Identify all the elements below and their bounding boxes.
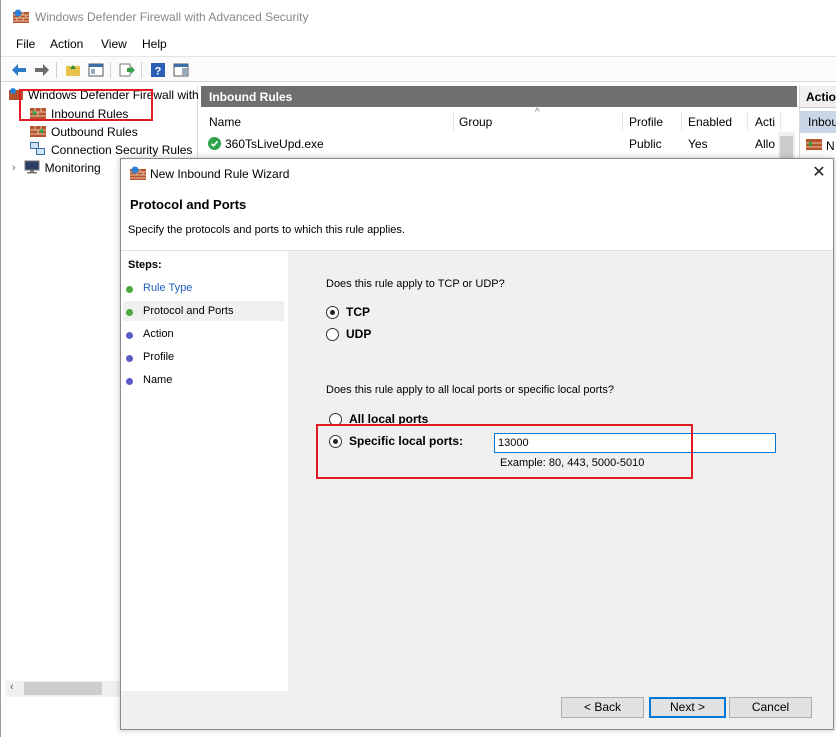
scrollbar-thumb[interactable] — [24, 682, 102, 695]
dialog-header: Protocol and Ports Specify the protocols… — [121, 189, 833, 251]
step-rule-type[interactable]: Rule Type — [143, 282, 192, 294]
sort-ascending-icon: ^ — [535, 107, 540, 118]
close-icon[interactable]: ✕ — [809, 163, 829, 183]
export-list-icon[interactable] — [117, 60, 137, 80]
svg-text:?: ? — [155, 66, 162, 78]
rules-pane-header: Inbound Rules — [201, 86, 797, 107]
steps-title: Steps: — [128, 259, 162, 271]
help-icon[interactable]: ? — [148, 60, 168, 80]
ports-question: Does this rule apply to all local ports … — [326, 384, 614, 396]
radio-unselected-icon[interactable] — [326, 327, 339, 341]
step-protocol-and-ports: Protocol and Ports — [143, 305, 234, 317]
page-subtitle: Specify the protocols and ports to which… — [128, 224, 405, 236]
column-divider[interactable] — [622, 111, 623, 131]
outbound-rules-icon — [30, 125, 46, 140]
menu-help[interactable]: Help — [142, 37, 167, 51]
rule-profile: Public — [629, 137, 662, 151]
back-arrow-icon[interactable] — [9, 60, 29, 80]
action-new-rule[interactable]: N — [806, 138, 835, 153]
column-header-enabled[interactable]: Enabled — [688, 115, 732, 129]
step-action: Action — [143, 328, 174, 340]
show-action-pane-icon[interactable] — [171, 60, 191, 80]
column-divider[interactable] — [747, 111, 748, 131]
radio-selected-icon[interactable] — [326, 305, 339, 319]
rule-name: 360TsLiveUpd.exe — [225, 137, 324, 151]
tree-item-outbound-rules[interactable]: Outbound Rules — [30, 123, 138, 141]
column-header-group[interactable]: Group — [459, 115, 492, 129]
window-title: Windows Defender Firewall with Advanced … — [35, 10, 309, 24]
monitoring-icon — [24, 160, 40, 177]
tree-item-connection-security-rules[interactable]: Connection Security Rules — [30, 141, 192, 159]
up-folder-icon[interactable] — [63, 60, 83, 80]
step-pending-dot-icon — [126, 355, 133, 362]
page-title: Protocol and Ports — [130, 197, 247, 212]
firewall-app-icon — [13, 9, 29, 26]
menu-file[interactable]: File — [16, 37, 35, 51]
scroll-left-icon[interactable]: ‹ — [10, 681, 14, 693]
radio-tcp[interactable]: TCP — [326, 305, 370, 319]
step-done-dot-icon — [126, 286, 133, 293]
column-divider[interactable] — [453, 111, 454, 131]
step-current-dot-icon — [126, 309, 133, 316]
dialog-title: New Inbound Rule Wizard — [150, 167, 290, 181]
action-new-rule-label: N — [826, 138, 835, 153]
tree-item-label: Monitoring — [44, 161, 101, 175]
toolbar-separator — [56, 62, 57, 78]
protocol-question: Does this rule apply to TCP or UDP? — [326, 278, 505, 290]
firewall-wizard-icon — [130, 166, 146, 183]
radio-udp[interactable]: UDP — [326, 327, 371, 341]
title-bar: Windows Defender Firewall with Advanced … — [1, 0, 836, 34]
step-pending-dot-icon — [126, 332, 133, 339]
dialog-footer — [121, 691, 833, 729]
actions-pane-header: Actio — [800, 86, 836, 108]
allow-check-icon — [208, 137, 221, 153]
new-rule-icon — [806, 138, 822, 153]
column-divider[interactable] — [780, 111, 781, 131]
menu-bar: File Action View Help — [1, 34, 836, 54]
connection-security-icon — [30, 141, 46, 159]
column-divider[interactable] — [681, 111, 682, 131]
tree-item-label: Outbound Rules — [51, 125, 138, 139]
back-button[interactable]: < Back — [561, 697, 644, 718]
actions-section-inbound[interactable]: Inbou — [800, 111, 836, 133]
chevron-right-icon[interactable]: › — [12, 162, 16, 174]
radio-udp-label: UDP — [346, 327, 372, 341]
menu-view[interactable]: View — [101, 37, 127, 51]
column-header-name[interactable]: Name — [209, 115, 241, 129]
step-profile: Profile — [143, 351, 175, 363]
rule-enabled: Yes — [688, 137, 708, 151]
toolbar: ? — [1, 56, 836, 82]
tree-item-monitoring[interactable]: › Monitoring — [12, 159, 101, 177]
step-pending-dot-icon — [126, 378, 133, 385]
step-name: Name — [143, 374, 173, 386]
menu-action[interactable]: Action — [50, 37, 83, 51]
column-header-action[interactable]: Acti — [755, 115, 775, 129]
show-hide-tree-icon[interactable] — [86, 60, 106, 80]
steps-pane: Steps: Rule Type Protocol and Ports Acti… — [121, 251, 289, 691]
cancel-button[interactable]: Cancel — [729, 697, 812, 718]
radio-tcp-label: TCP — [346, 305, 370, 319]
forward-arrow-icon[interactable] — [32, 60, 52, 80]
next-button[interactable]: Next > — [649, 697, 726, 718]
annotation-highlight-specific-ports — [316, 424, 693, 479]
column-header-profile[interactable]: Profile — [629, 115, 663, 129]
toolbar-separator — [141, 62, 142, 78]
dialog-title-bar: New Inbound Rule Wizard ✕ — [121, 159, 833, 189]
rule-action: Allo — [755, 137, 776, 151]
toolbar-separator — [110, 62, 111, 78]
tree-item-label: Connection Security Rules — [51, 143, 193, 157]
annotation-highlight-inbound-rules — [19, 89, 153, 121]
